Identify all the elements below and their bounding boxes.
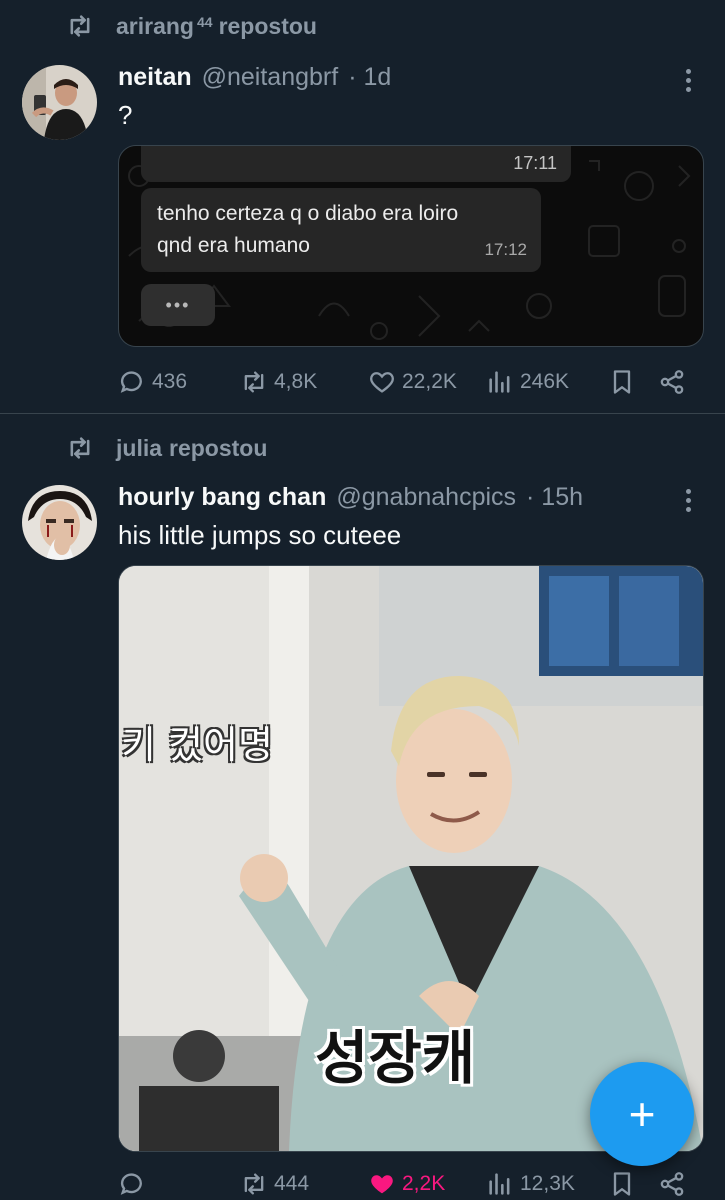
reply-icon [120, 1173, 142, 1195]
repost-icon [244, 371, 264, 393]
repost-user-superscript: 44 [196, 14, 213, 30]
tweet-media[interactable]: 17:11 tenho certeza q o diabo era loiro … [118, 145, 704, 347]
reply-button[interactable]: 436 [118, 368, 187, 396]
tweet-header: neitan @neitangbrf · 1d [118, 63, 391, 92]
chat-time-previous: 17:11 [513, 153, 557, 173]
chat-bubble-previous: 17:11 [141, 146, 571, 182]
views-button[interactable]: 246K [486, 368, 569, 396]
tweet-divider [0, 413, 725, 414]
like-count: 2,2K [402, 1172, 446, 1195]
timestamp[interactable]: · 1d [348, 63, 391, 92]
views-count: 246K [520, 370, 570, 393]
bookmark-icon [613, 370, 631, 394]
repost-suffix: repostou [169, 434, 268, 461]
share-icon [660, 1172, 684, 1196]
repost-count: 4,8K [274, 370, 318, 393]
tweet-actions: 444 2,2K 12,3K [118, 1168, 688, 1200]
heart-icon [371, 1175, 393, 1194]
like-count: 22,2K [402, 370, 457, 393]
tweet-header: hourly bang chan @gnabnahcpics · 15h [118, 483, 583, 512]
display-name[interactable]: hourly bang chan [118, 483, 326, 512]
tweet-text: ? [118, 100, 133, 130]
repost-user[interactable]: arirang [116, 13, 194, 40]
chat-message-line-1: tenho certeza q o diabo era loiro [157, 202, 459, 225]
views-icon [489, 1173, 510, 1195]
share-button[interactable] [658, 368, 686, 396]
tweet-media[interactable]: 키 컸어명 성장캐 [118, 565, 704, 1152]
typing-indicator: ••• [141, 284, 215, 326]
repost-button[interactable]: 444 [240, 1170, 309, 1198]
timestamp[interactable]: · 15h [526, 483, 583, 512]
user-handle[interactable]: @neitangbrf [202, 63, 339, 92]
repost-indicator: julia repostou [66, 434, 267, 462]
share-button[interactable] [658, 1170, 686, 1198]
bookmark-icon [613, 1172, 631, 1196]
typing-dots: ••• [165, 294, 191, 315]
video-caption-top: 키 컸어명 [121, 723, 273, 767]
reply-button[interactable] [118, 1170, 152, 1198]
more-icon[interactable] [676, 65, 700, 95]
views-icon [489, 371, 510, 393]
repost-count: 444 [274, 1172, 310, 1195]
reply-icon [120, 371, 142, 393]
repost-user[interactable]: julia [116, 435, 162, 462]
user-handle[interactable]: @gnabnahcpics [336, 483, 516, 512]
avatar[interactable] [22, 485, 97, 560]
heart-icon [370, 372, 394, 393]
views-count: 12,3K [520, 1172, 575, 1195]
repost-icon [244, 1173, 264, 1195]
display-name[interactable]: neitan [118, 63, 192, 92]
bookmark-button[interactable] [608, 368, 636, 396]
like-button[interactable]: 2,2K [368, 1170, 445, 1198]
reply-count: 436 [152, 370, 188, 393]
share-icon [660, 370, 684, 394]
repost-button[interactable]: 4,8K [240, 368, 317, 396]
bookmark-button[interactable] [608, 1170, 636, 1198]
plus-icon: + [628, 1088, 656, 1140]
chat-message-line-2: qnd era humano [157, 234, 310, 257]
more-icon[interactable] [676, 485, 700, 515]
repost-icon [70, 437, 90, 459]
repost-suffix: repostou [218, 12, 317, 39]
tweet-actions: 436 4,8K 22,2K 246K [118, 366, 688, 398]
tweet-text: his little jumps so cuteee [118, 520, 402, 550]
views-button[interactable]: 12,3K [486, 1170, 575, 1198]
repost-icon [70, 15, 90, 37]
avatar[interactable] [22, 65, 97, 140]
repost-indicator: arirang 44 repostou [66, 12, 317, 40]
chat-message-time: 17:12 [484, 240, 527, 259]
compose-button[interactable]: + [590, 1062, 694, 1166]
like-button[interactable]: 22,2K [368, 368, 457, 396]
chat-bubble-message: tenho certeza q o diabo era loiro qnd er… [141, 188, 541, 272]
video-caption-bottom: 성장캐 [315, 1024, 476, 1092]
